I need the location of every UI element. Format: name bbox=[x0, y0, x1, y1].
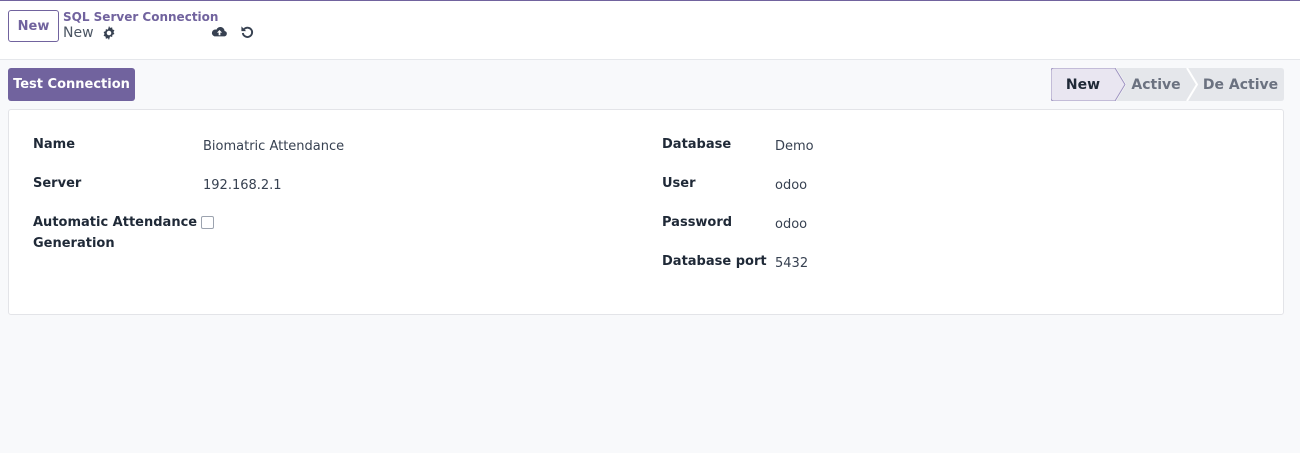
server-label: Server bbox=[33, 176, 82, 191]
new-record-button[interactable]: New bbox=[8, 10, 59, 42]
cloud-upload-icon[interactable] bbox=[211, 25, 228, 40]
password-label: Password bbox=[662, 215, 733, 230]
automatic-attendance-label-line2: Generation bbox=[33, 236, 115, 251]
automatic-attendance-label-line1: Automatic Attendance bbox=[33, 215, 198, 230]
database-label: Database bbox=[662, 137, 732, 152]
stage-de-active[interactable]: De Active bbox=[1197, 68, 1284, 101]
password-field[interactable]: odoo bbox=[775, 214, 807, 235]
database-port-label: Database port bbox=[662, 254, 767, 269]
control-panel: New SQL Server Connection New bbox=[0, 1, 1300, 60]
breadcrumb-sql-server-connection[interactable]: SQL Server Connection bbox=[63, 10, 218, 24]
database-field[interactable]: Demo bbox=[775, 136, 814, 157]
status-bar: New Active De Active bbox=[1051, 68, 1284, 101]
form-sheet: Name Biomatric Attendance Server 192.168… bbox=[8, 109, 1284, 315]
database-port-field[interactable]: 5432 bbox=[775, 253, 808, 274]
name-label: Name bbox=[33, 137, 76, 152]
test-connection-button[interactable]: Test Connection bbox=[8, 68, 135, 101]
undo-icon[interactable] bbox=[240, 25, 255, 40]
user-label: User bbox=[662, 176, 696, 191]
record-title-text: New bbox=[63, 25, 94, 41]
name-field[interactable]: Biomatric Attendance bbox=[203, 136, 344, 157]
gear-icon[interactable] bbox=[102, 26, 116, 40]
automatic-attendance-checkbox[interactable] bbox=[201, 216, 214, 229]
stage-active[interactable]: Active bbox=[1125, 68, 1187, 101]
record-title: New bbox=[63, 25, 116, 41]
stage-new[interactable]: New bbox=[1051, 68, 1115, 101]
server-field[interactable]: 192.168.2.1 bbox=[203, 175, 282, 196]
user-field[interactable]: odoo bbox=[775, 175, 807, 196]
